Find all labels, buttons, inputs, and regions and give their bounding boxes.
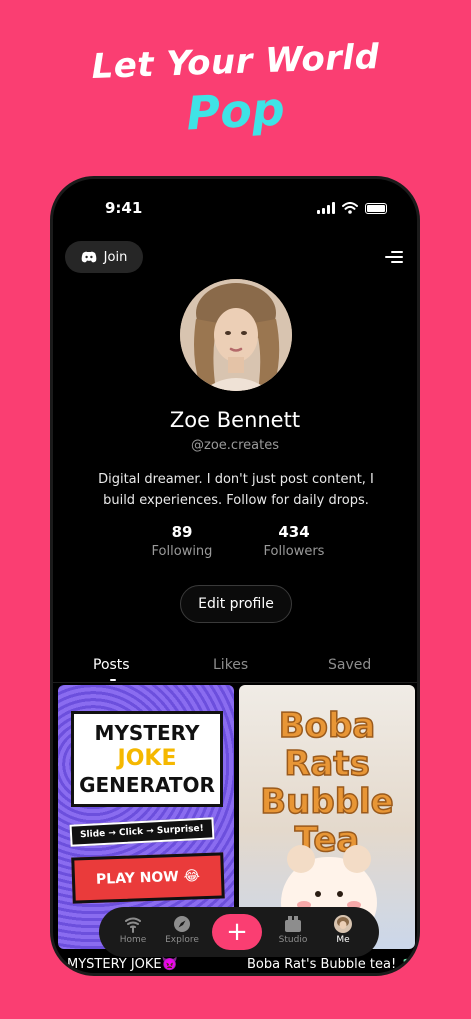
home-icon	[125, 917, 141, 933]
tab-posts[interactable]: Posts	[93, 657, 130, 673]
following-count: 89	[171, 523, 193, 541]
battery-icon	[365, 202, 387, 214]
profile-avatar-icon	[334, 915, 352, 933]
discord-icon	[81, 251, 97, 263]
profile-name: Zoe Bennett	[169, 408, 301, 432]
join-discord-button[interactable]: Join	[65, 241, 143, 273]
post-caption: Boba Rat's Bubble tea! 🧋	[247, 957, 417, 972]
active-tab-indicator	[110, 679, 116, 681]
promo-headline: Let Your World Pop	[0, 37, 471, 141]
status-time: 9:41	[105, 199, 143, 217]
thumb-text: Rats	[283, 744, 370, 784]
post-thumbnail-title: Boba Rats Bubble Tea	[239, 706, 415, 860]
nav-explore[interactable]: Explore	[160, 915, 204, 945]
avatar[interactable]	[180, 279, 292, 391]
compass-icon	[174, 916, 190, 932]
nav-studio-label: Studio	[278, 935, 308, 945]
edit-profile-button[interactable]: Edit profile	[180, 585, 292, 623]
signal-icon	[317, 202, 335, 214]
wifi-icon	[342, 202, 358, 214]
nav-studio[interactable]: Studio	[271, 915, 315, 945]
nav-home-label: Home	[119, 935, 147, 945]
tab-likes[interactable]: Likes	[213, 657, 248, 673]
profile-bio: Digital dreamer. I don't just post conte…	[98, 472, 374, 508]
join-label: Join	[103, 249, 128, 265]
thumb-slide-text: Slide → Click → Surprise!	[69, 817, 215, 847]
post-caption: MYSTERY JOKE👿	[67, 957, 178, 972]
nav-home[interactable]: Home	[111, 915, 155, 945]
profile-tabs: Posts Likes Saved	[53, 649, 417, 683]
followers-stat[interactable]: 434 Followers	[254, 523, 334, 559]
menu-icon[interactable]	[383, 249, 403, 265]
bottom-nav: Home Explore + Studio Me	[99, 907, 379, 957]
followers-label: Followers	[263, 544, 325, 559]
nav-me-label: Me	[336, 935, 350, 945]
tab-saved[interactable]: Saved	[328, 657, 371, 673]
thumb-play-text: PLAY NOW 😂	[71, 852, 225, 904]
phone-frame: 9:41 Join Zoe Bennett @zoe.creates Digit…	[50, 176, 420, 976]
following-label: Following	[151, 544, 213, 559]
status-icons	[317, 202, 387, 214]
thumb-text: Bubble	[259, 782, 394, 822]
status-bar: 9:41	[53, 199, 417, 221]
thumb-text: Tea	[294, 820, 360, 860]
thumb-text: GENERATOR	[79, 773, 215, 797]
studio-icon	[285, 916, 301, 932]
create-button[interactable]: +	[212, 914, 262, 950]
thumb-text: JOKE	[117, 746, 177, 771]
nav-me[interactable]: Me	[321, 915, 365, 945]
thumb-text: MYSTERY	[94, 721, 200, 745]
followers-count: 434	[278, 523, 310, 541]
post-thumbnail-title: MYSTERY JOKE GENERATOR	[71, 711, 223, 807]
following-stat[interactable]: 89 Following	[142, 523, 222, 559]
thumb-text: Boba	[278, 706, 376, 746]
nav-explore-label: Explore	[165, 935, 199, 945]
profile-handle: @zoe.creates	[191, 438, 279, 453]
